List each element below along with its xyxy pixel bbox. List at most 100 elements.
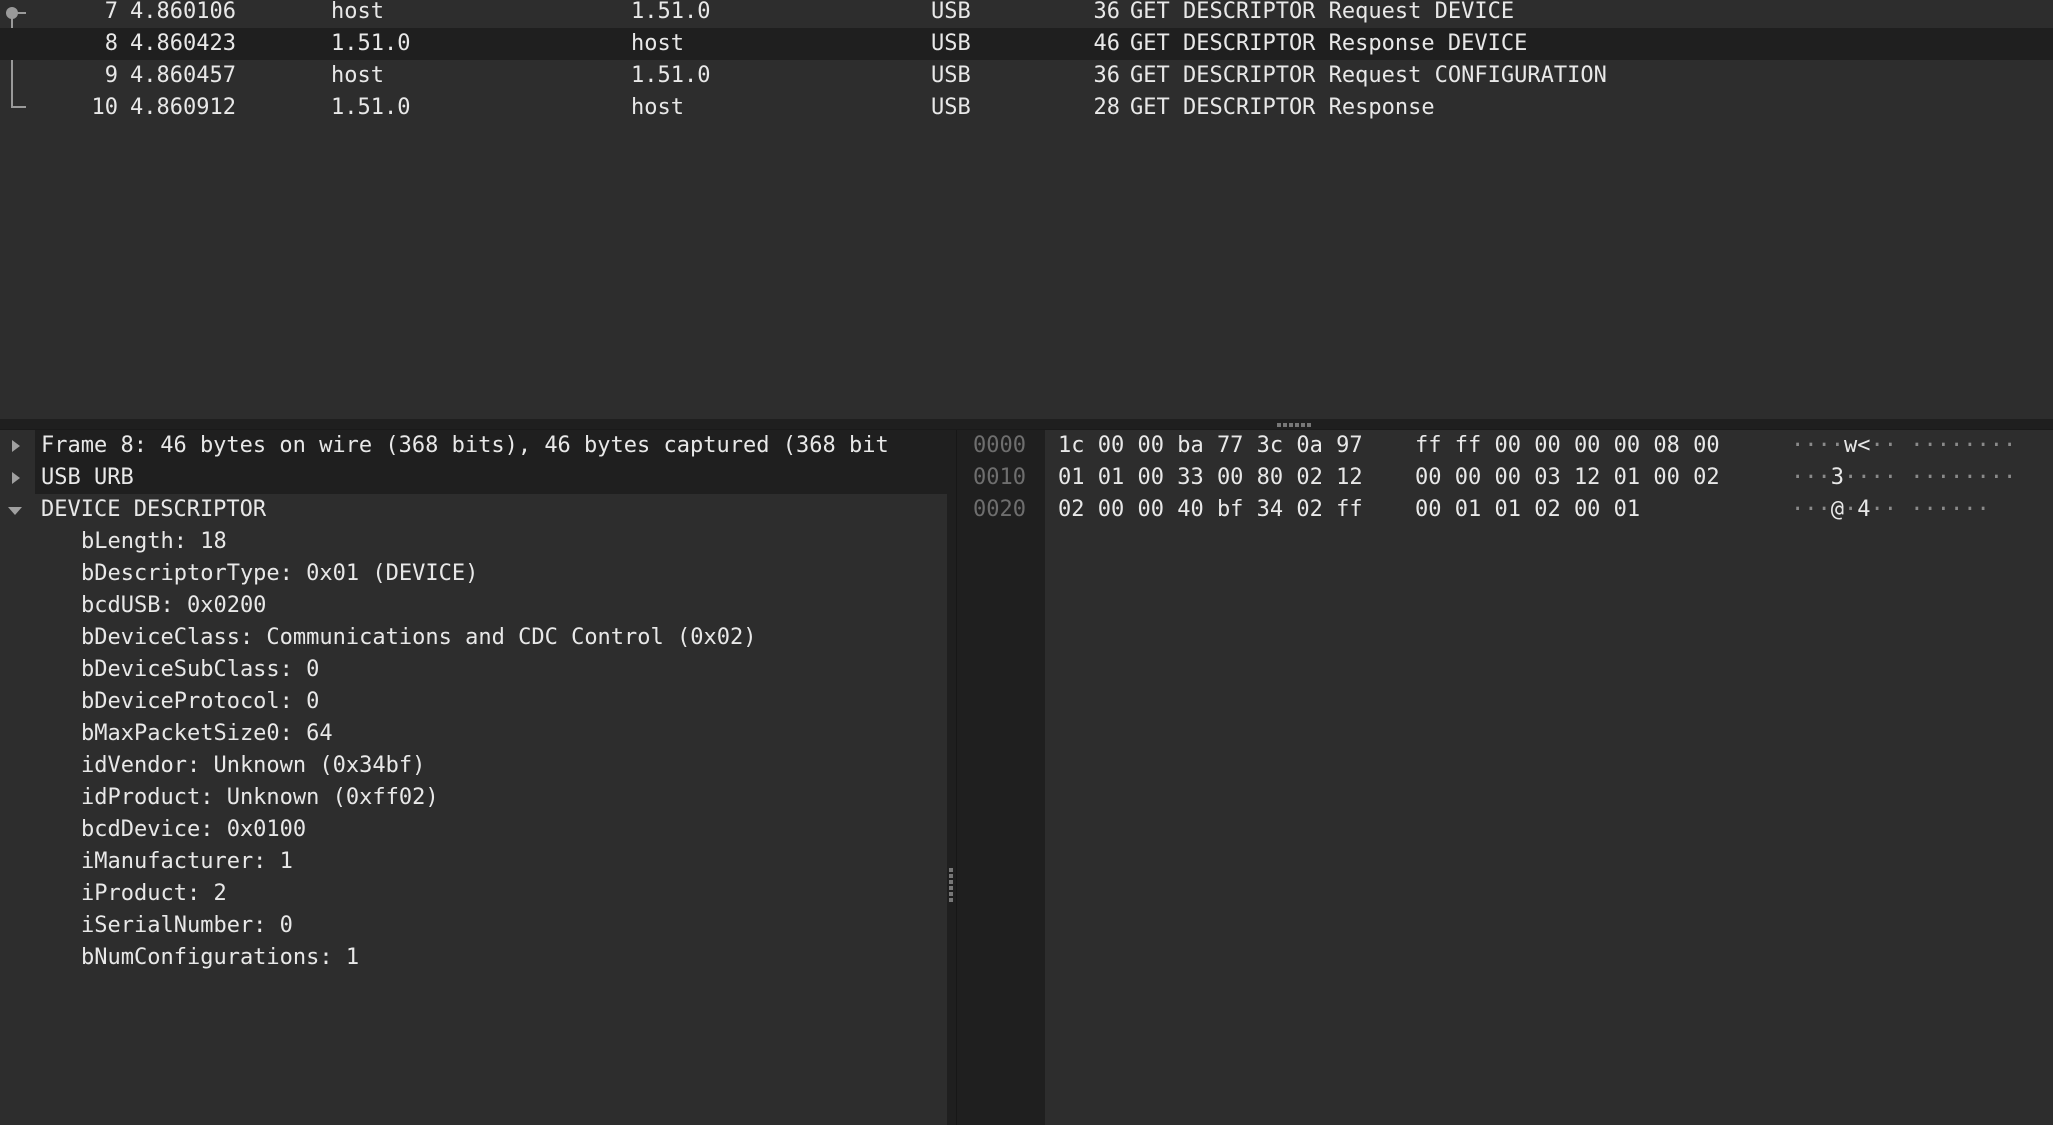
- ascii-nonprintable: ·: [1830, 433, 1844, 458]
- ascii-nonprintable: ·: [1804, 433, 1818, 458]
- ascii-nonprintable: ·: [1883, 465, 1897, 490]
- hex-offset: 0010: [973, 465, 1026, 490]
- field-label: idVendor: Unknown (0x34bf): [81, 753, 426, 778]
- hex-offset: 0020: [973, 497, 1026, 522]
- packet-row[interactable]: 10 4.860912 1.51.0 host USB 28 GET DESCR…: [0, 92, 2053, 124]
- ascii-nonprintable: ·: [1883, 497, 1897, 522]
- ascii-nonprintable: ·: [1936, 465, 1950, 490]
- ascii-char: [1897, 497, 1910, 522]
- ascii-char: [1897, 465, 1910, 490]
- ascii-nonprintable: ·: [1923, 465, 1937, 490]
- field-bdeviceclass[interactable]: bDeviceClass: Communications and CDC Con…: [0, 622, 947, 654]
- ascii-char: <: [1857, 433, 1871, 458]
- packet-time: 4.860106: [130, 0, 236, 24]
- field-idproduct[interactable]: idProduct: Unknown (0xff02): [0, 782, 947, 814]
- tree-item-label: DEVICE DESCRIPTOR: [41, 497, 267, 522]
- field-imanufacturer[interactable]: iManufacturer: 1: [0, 846, 947, 878]
- ascii-nonprintable: ·: [1950, 433, 1964, 458]
- ascii-nonprintable: ·: [1976, 433, 1990, 458]
- ascii-nonprintable: ·: [1923, 497, 1937, 522]
- packet-source: 1.51.0: [331, 95, 411, 120]
- field-iserialnumber[interactable]: iSerialNumber: 0: [0, 910, 947, 942]
- ascii-nonprintable: ·: [1817, 465, 1831, 490]
- ascii-nonprintable: ·: [1910, 465, 1924, 490]
- packet-no: 10: [91, 95, 119, 120]
- packet-row[interactable]: 9 4.860457 host 1.51.0 USB 36 GET DESCRI…: [0, 60, 2053, 92]
- ascii-nonprintable: ·: [1976, 497, 1990, 522]
- packet-protocol: USB: [931, 63, 971, 88]
- packet-time: 4.860912: [130, 95, 236, 120]
- ascii-nonprintable: ·: [1936, 497, 1950, 522]
- packet-info: GET DESCRIPTOR Response: [1130, 95, 1435, 120]
- tree-item-usb-urb[interactable]: USB URB: [0, 462, 947, 494]
- packet-source: host: [331, 63, 384, 88]
- tree-item-device-descriptor[interactable]: DEVICE DESCRIPTOR: [0, 494, 947, 526]
- hex-ascii[interactable]: ···3···· ········: [1791, 462, 2016, 494]
- packet-info: GET DESCRIPTOR Request DEVICE: [1130, 0, 1515, 24]
- ascii-char: [1897, 433, 1910, 458]
- field-bdescriptortype[interactable]: bDescriptorType: 0x01 (DEVICE): [0, 558, 947, 590]
- ascii-nonprintable: ·: [1870, 433, 1884, 458]
- field-idvendor[interactable]: idVendor: Unknown (0x34bf): [0, 750, 947, 782]
- ascii-nonprintable: ·: [1857, 465, 1871, 490]
- packet-source: host: [331, 0, 384, 24]
- hex-bytes-group2[interactable]: 00 00 00 03 12 01 00 02: [1415, 462, 1720, 494]
- ascii-nonprintable: ·: [1870, 497, 1884, 522]
- hex-bytes-group2[interactable]: 00 01 01 02 00 01: [1415, 494, 1640, 526]
- packet-destination: 1.51.0: [631, 0, 711, 24]
- field-bdeviceprotocol[interactable]: bDeviceProtocol: 0: [0, 686, 947, 718]
- ascii-nonprintable: ·: [1976, 465, 1990, 490]
- field-label: bDeviceSubClass: 0: [81, 657, 320, 682]
- ascii-nonprintable: ·: [1923, 433, 1937, 458]
- expand-arrow-icon[interactable]: [8, 430, 24, 462]
- ascii-char: w: [1844, 433, 1858, 458]
- field-bdevicesubclass[interactable]: bDeviceSubClass: 0: [0, 654, 947, 686]
- ascii-nonprintable: ·: [1989, 465, 2003, 490]
- field-label: bMaxPacketSize0: 64: [81, 721, 333, 746]
- packet-row-selected[interactable]: 8 4.860423 1.51.0 host USB 46 GET DESCRI…: [0, 28, 2053, 60]
- ascii-nonprintable: ·: [1963, 433, 1977, 458]
- ascii-char: @: [1830, 497, 1844, 522]
- field-bcddevice[interactable]: bcdDevice: 0x0100: [0, 814, 947, 846]
- ascii-nonprintable: ·: [1844, 465, 1858, 490]
- packet-no: 9: [104, 63, 118, 88]
- ascii-nonprintable: ·: [1791, 465, 1805, 490]
- field-label: idProduct: Unknown (0xff02): [81, 785, 439, 810]
- field-label: bDeviceProtocol: 0: [81, 689, 320, 714]
- ascii-nonprintable: ·: [1844, 497, 1858, 522]
- packet-no: 7: [104, 0, 118, 24]
- ascii-nonprintable: ·: [1910, 497, 1924, 522]
- collapse-arrow-icon[interactable]: [8, 494, 24, 526]
- field-iproduct[interactable]: iProduct: 2: [0, 878, 947, 910]
- packet-details-pane[interactable]: Frame 8: 46 bytes on wire (368 bits), 46…: [0, 430, 947, 1125]
- hex-ascii[interactable]: ···@·4·· ······: [1791, 494, 1990, 526]
- packet-time: 4.860457: [130, 63, 236, 88]
- ascii-nonprintable: ·: [1989, 433, 2003, 458]
- field-label: bcdUSB: 0x0200: [81, 593, 267, 618]
- expand-arrow-icon[interactable]: [8, 462, 24, 494]
- hex-bytes-group1[interactable]: 1c 00 00 ba 77 3c 0a 97: [1058, 430, 1363, 462]
- hex-bytes-group2[interactable]: ff ff 00 00 00 00 08 00: [1415, 430, 1720, 462]
- field-bcdusb[interactable]: bcdUSB: 0x0200: [0, 590, 947, 622]
- hex-bytes-group1[interactable]: 01 01 00 33 00 80 02 12: [1058, 462, 1363, 494]
- tree-item-frame[interactable]: Frame 8: 46 bytes on wire (368 bits), 46…: [0, 430, 947, 462]
- packet-list[interactable]: 7 4.860106 host 1.51.0 USB 36 GET DESCRI…: [0, 0, 2053, 419]
- field-label: bcdDevice: 0x0100: [81, 817, 307, 842]
- hex-bytes-group1[interactable]: 02 00 00 40 bf 34 02 ff: [1058, 494, 1363, 526]
- packet-length: 46: [1093, 31, 1121, 56]
- ascii-nonprintable: ·: [1936, 433, 1950, 458]
- field-bmaxpacketsize0[interactable]: bMaxPacketSize0: 64: [0, 718, 947, 750]
- hex-ascii[interactable]: ····w<·· ········: [1791, 430, 2016, 462]
- ascii-nonprintable: ·: [1870, 465, 1884, 490]
- ascii-nonprintable: ·: [1791, 433, 1805, 458]
- ascii-nonprintable: ·: [1963, 497, 1977, 522]
- field-label: iSerialNumber: 0: [81, 913, 293, 938]
- horizontal-splitter[interactable]: [0, 419, 2053, 430]
- hex-offset: 0000: [973, 433, 1026, 458]
- field-bnumconfigurations[interactable]: bNumConfigurations: 1: [0, 942, 947, 974]
- ascii-nonprintable: ·: [1817, 497, 1831, 522]
- packet-bytes-pane[interactable]: 0000 1c 00 00 ba 77 3c 0a 97 ff ff 00 00…: [957, 430, 2053, 1125]
- field-blength[interactable]: bLength: 18: [0, 526, 947, 558]
- vertical-splitter[interactable]: [947, 430, 957, 1125]
- packet-row[interactable]: 7 4.860106 host 1.51.0 USB 36 GET DESCRI…: [0, 0, 2053, 28]
